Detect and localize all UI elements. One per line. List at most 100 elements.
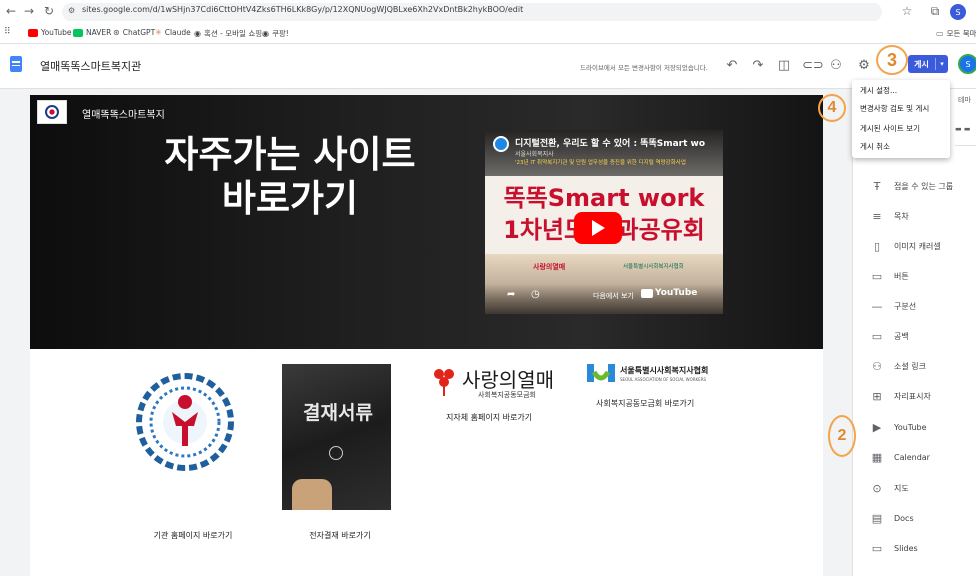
share-icon[interactable]: ⚇ [828, 58, 844, 73]
video-channel: 서울사회복지사 [515, 151, 554, 158]
video-title[interactable]: 디지털전환, 우리도 할 수 있어 : 똑똑Smart wo [515, 136, 705, 149]
insert-item-label: 구분선 [894, 302, 917, 311]
insert-item-image-carousel[interactable]: ▯ 이미지 캐러셀 [870, 240, 941, 253]
link2-image[interactable]: 결재서류 [282, 364, 391, 510]
channel-avatar[interactable] [493, 136, 509, 152]
insert-item-label: YouTube [894, 423, 927, 432]
publish-dropdown-arrow-icon[interactable]: ▾ [936, 60, 948, 68]
bookmark-naver[interactable]: NAVER [73, 28, 111, 37]
link2-caption[interactable]: 전자결재 바로가기 [290, 530, 390, 541]
youtube-logo[interactable]: YouTube [641, 288, 697, 298]
tab-theme[interactable]: 테마 [958, 95, 971, 105]
insert-item-label: Docs [894, 514, 914, 523]
link4-logo-sub: SEOUL ASSOCIATION OF SOCIAL WORKERS [620, 377, 707, 382]
link4-caption[interactable]: 사회복지공동모금회 바로가기 [596, 398, 694, 409]
claude-favicon-icon: ✳ [155, 28, 162, 37]
insert-item-youtube[interactable]: ▶ YouTube [870, 421, 927, 434]
site-title[interactable]: 열매똑똑스마트복지관 [40, 58, 141, 74]
forward-icon[interactable]: → [22, 3, 36, 19]
insert-item-map[interactable]: ⊙ 지도 [870, 482, 909, 495]
watch-later-icon[interactable]: ◷ [531, 289, 540, 300]
hero-heading-line1: 자주가는 사이트 [164, 133, 416, 176]
insert-item-docs[interactable]: ▤ Docs [870, 512, 914, 525]
globe-icon: ◉ [194, 29, 201, 38]
video-subline: '23년 IT 취약복지기관 및 단원 업무성을 증진을 위한 디지털 역량강화… [515, 160, 686, 166]
insert-item-collapsible-group[interactable]: Ŧ 접을 수 있는 그룹 [870, 180, 954, 193]
url-text: sites.google.com/d/1wSHjn37Cdi6CttOHtV4Z… [82, 5, 524, 14]
publish-button[interactable]: 게시 ▾ [908, 55, 948, 73]
circuit-person-logo-icon [136, 373, 234, 471]
youtube-embed[interactable]: 디지털전환, 우리도 할 수 있어 : 똑똑Smart wo 서울사회복지사 '… [485, 130, 723, 314]
preview-icon[interactable]: ◫ [776, 58, 792, 73]
bookmark-chatgpt[interactable]: ⊛ ChatGPT [113, 28, 155, 37]
calendar-icon: ▦ [871, 451, 883, 464]
google-sites-logo-icon[interactable] [10, 56, 22, 72]
link1-image[interactable] [130, 360, 240, 490]
hero-heading-line2: 바로가기 [221, 177, 359, 220]
settings-icon[interactable]: ⚙ [856, 58, 872, 73]
link4-logo-icon[interactable] [587, 362, 615, 386]
apps-grid-icon[interactable]: ⠿ [4, 27, 11, 37]
link3-logo-text[interactable]: 사랑의열매 [462, 364, 554, 393]
save-status: 드라이브에서 모든 변경사항이 저장되었습니다. [580, 64, 708, 72]
youtube-logo-icon [641, 288, 653, 298]
youtube-favicon-icon [28, 28, 38, 37]
star-icon[interactable]: ☆ [900, 3, 914, 19]
link1-caption[interactable]: 기관 홈페이지 바로가기 [140, 530, 246, 541]
hero-site-name: 열매똑똑스마트복지 [82, 110, 165, 121]
menu-review-and-publish[interactable]: 변경사항 검토 및 게시 [860, 103, 929, 114]
insert-item-label: 공백 [894, 332, 909, 341]
insert-item-label: 버튼 [894, 272, 909, 281]
hand-graphic [292, 479, 332, 510]
insert-item-toc[interactable]: ≡ 목차 [870, 210, 908, 223]
redo-icon[interactable]: ↷ [750, 58, 766, 73]
share-arrow-icon[interactable]: ➦ [507, 289, 515, 300]
extensions-icon[interactable]: ⧉ [928, 3, 942, 19]
back-icon[interactable]: ← [4, 3, 18, 19]
bookmark-shopping[interactable]: ◉ 혹션 - 모바일 쇼핑... [194, 28, 269, 39]
bookmark-youtube[interactable]: YouTube [28, 28, 72, 37]
layout-preview-icon[interactable]: ▬ ▬ [955, 125, 970, 133]
toc-icon: ≡ [872, 210, 882, 223]
insert-item-spacer[interactable]: ▭ 공백 [870, 330, 909, 343]
insert-item-divider[interactable]: — 구분선 [870, 300, 917, 313]
insert-item-label: Slides [894, 544, 918, 553]
annotation-3: 3 [876, 45, 908, 75]
profile-avatar[interactable]: S [950, 4, 966, 20]
video-big-line1: 똑똑Smart work [503, 184, 705, 212]
watch-on-label[interactable]: 다음에서 보기 [593, 291, 634, 301]
site-logo[interactable] [37, 100, 67, 124]
bookmark-coupang[interactable]: ◉ 쿠팡! [262, 28, 289, 39]
all-bookmarks[interactable]: ▭ 모든 북마 [936, 28, 976, 39]
link2-image-text: 결재서류 [303, 402, 373, 424]
link-icon[interactable]: ⊂⊃ [802, 58, 824, 73]
insert-item-placeholder[interactable]: ⊞ 자리표시자 [870, 390, 930, 403]
site-info-icon[interactable]: ⚙ [68, 6, 75, 15]
menu-publish-settings[interactable]: 게시 설정... [860, 85, 897, 96]
insert-item-label: 지도 [894, 484, 909, 493]
youtube-icon: ▶ [872, 421, 882, 434]
menu-unpublish[interactable]: 게시 취소 [860, 141, 890, 152]
insert-item-calendar[interactable]: ▦ Calendar [870, 451, 930, 464]
link4-logo-text[interactable]: 서울특별시사회복지사협회 [620, 365, 708, 376]
menu-view-published-site[interactable]: 게시된 사이트 보기 [860, 123, 920, 134]
reload-icon[interactable]: ↻ [42, 3, 56, 19]
social-links-icon: ⚇ [872, 360, 882, 373]
link3-logo-icon[interactable] [432, 366, 456, 396]
bookmark-claude[interactable]: ✳ Claude [155, 28, 191, 37]
collapsible-group-icon: Ŧ [873, 180, 881, 193]
undo-icon[interactable]: ↶ [724, 58, 740, 73]
video-sponsor1: 사랑의열매 [533, 263, 566, 271]
link3-caption[interactable]: 지자체 홈페이지 바로가기 [446, 412, 532, 423]
insert-item-button[interactable]: ▭ 버튼 [870, 270, 909, 283]
folder-icon: ▭ [936, 29, 944, 38]
account-avatar[interactable]: S [958, 54, 976, 74]
slides-icon: ▭ [871, 542, 883, 555]
insert-item-slides[interactable]: ▭ Slides [870, 542, 918, 555]
youtube-play-button[interactable] [574, 212, 622, 244]
insert-item-social-links[interactable]: ⚇ 소셜 링크 [870, 360, 926, 373]
chatgpt-favicon-icon: ⊛ [113, 28, 120, 37]
insert-item-label: 접을 수 있는 그룹 [894, 182, 954, 191]
docs-icon: ▤ [871, 512, 883, 525]
annotation-2: 2 [828, 415, 856, 457]
